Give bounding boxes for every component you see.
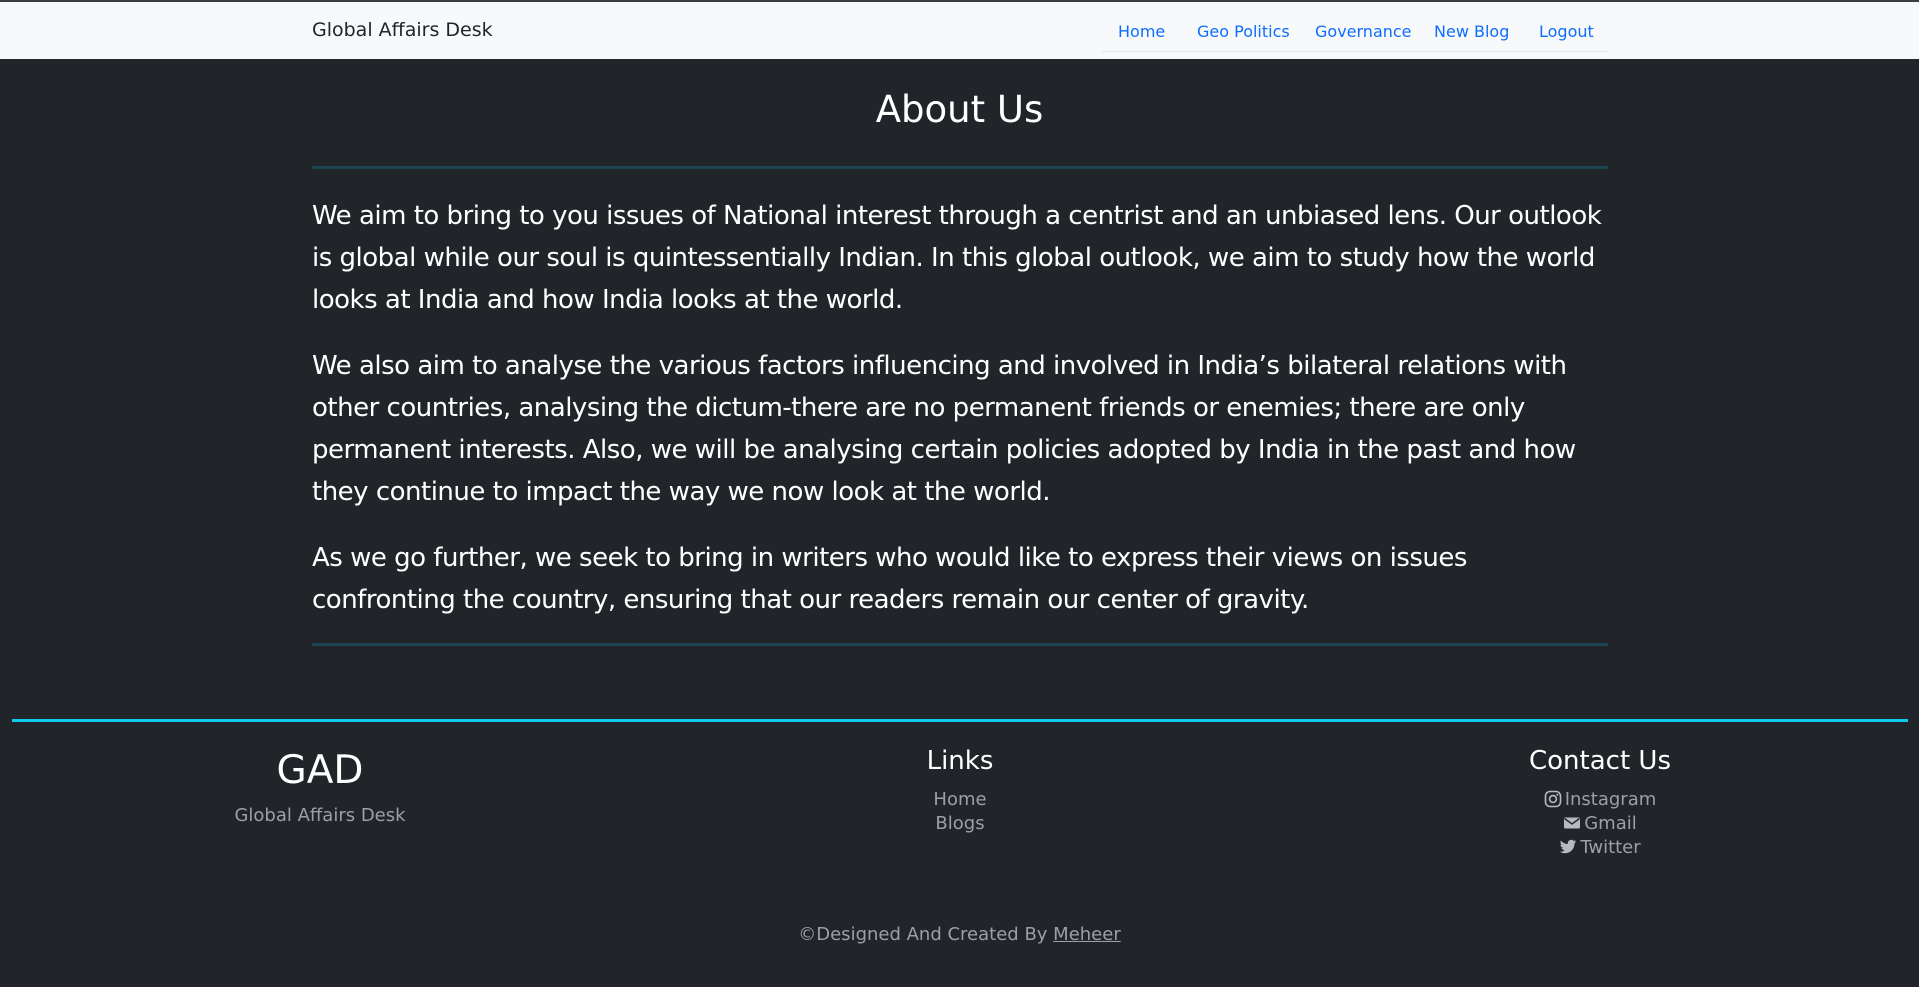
nav-link-home[interactable]: Home: [1118, 22, 1165, 41]
divider-bottom: [312, 643, 1608, 646]
contact-label-gmail: Gmail: [1584, 813, 1637, 834]
contact-label-instagram: Instagram: [1564, 789, 1657, 810]
navbar-brand[interactable]: Global Affairs Desk: [312, 19, 493, 41]
footer-logo-subtitle: Global Affairs Desk: [234, 805, 406, 826]
copyright-text: ©Designed And Created By: [798, 924, 1054, 945]
footer-contact-gmail[interactable]: Gmail: [1440, 812, 1760, 836]
footer-logo: GAD: [276, 748, 364, 793]
nav-link-geo-politics[interactable]: Geo Politics: [1197, 22, 1290, 41]
copyright-author-link[interactable]: Meheer: [1053, 924, 1121, 945]
nav-links: Home Geo Politics Governance New Blog Lo…: [1102, 10, 1608, 52]
footer-contact-twitter[interactable]: Twitter: [1440, 836, 1760, 860]
footer-accent-line: [12, 719, 1908, 722]
envelope-icon: [1564, 817, 1581, 829]
copyright: ©Designed And Created By Meheer: [0, 924, 1919, 945]
instagram-icon: [1544, 790, 1562, 808]
footer-contact-heading: Contact Us: [1529, 746, 1671, 776]
divider-top: [312, 166, 1608, 169]
about-paragraph-3: As we go further, we seek to bring in wr…: [312, 543, 1467, 615]
contact-label-twitter: Twitter: [1580, 837, 1641, 858]
nav-link-governance[interactable]: Governance: [1315, 22, 1412, 41]
about-paragraph-2: We also aim to analyse the various facto…: [312, 351, 1576, 507]
footer-contact-instagram[interactable]: Instagram: [1440, 788, 1760, 812]
footer-contact: Contact Us Instagram Gmail Twitter: [1440, 746, 1760, 860]
navbar: Global Affairs Desk Home Geo Politics Go…: [0, 2, 1919, 59]
footer-link-home[interactable]: Home: [840, 788, 1080, 812]
footer-links: Links Home Blogs: [840, 746, 1080, 836]
about-paragraph-1: We aim to bring to you issues of Nationa…: [312, 201, 1602, 315]
nav-link-new-blog[interactable]: New Blog: [1434, 22, 1509, 41]
footer-link-blogs[interactable]: Blogs: [840, 812, 1080, 836]
page-title: About Us: [875, 88, 1044, 131]
nav-link-logout[interactable]: Logout: [1539, 22, 1594, 41]
footer-links-heading: Links: [926, 746, 994, 776]
footer-brand: GAD Global Affairs Desk: [200, 748, 440, 826]
twitter-icon: [1560, 839, 1577, 854]
